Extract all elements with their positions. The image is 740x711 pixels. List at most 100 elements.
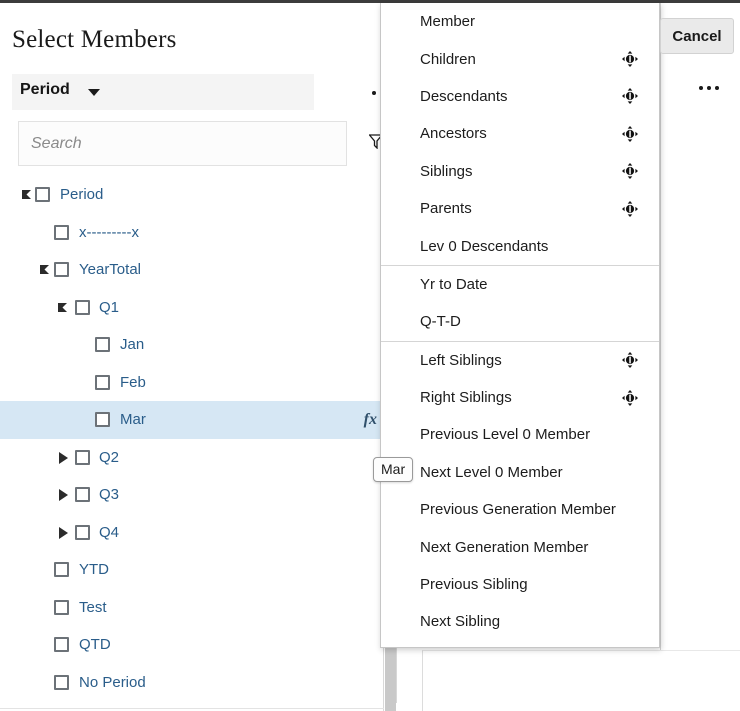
- tree-expand-triangle-icon[interactable]: [58, 489, 70, 501]
- lower-content-panel: [422, 650, 740, 711]
- tree-node-label[interactable]: YearTotal: [79, 261, 141, 278]
- menu-item-label: Previous Generation Member: [420, 501, 616, 518]
- dot: [707, 86, 711, 90]
- tree-row[interactable]: Mar fx: [0, 401, 383, 439]
- menu-item[interactable]: Right Siblings: [381, 379, 659, 416]
- menu-item-label: Previous Sibling: [420, 576, 528, 593]
- menu-item[interactable]: Next Level 0 Member: [381, 454, 659, 491]
- screen-root: Select Members Period Period x---------x Y…: [0, 0, 740, 711]
- menu-item[interactable]: Yr to Date: [381, 266, 659, 303]
- member-checkbox[interactable]: [54, 637, 69, 652]
- member-checkbox[interactable]: [54, 562, 69, 577]
- member-checkbox[interactable]: [54, 225, 69, 240]
- tree-expand-triangle-icon[interactable]: [58, 452, 70, 464]
- tree-node-label[interactable]: Mar: [120, 411, 146, 428]
- member-function-context-menu[interactable]: Member Children Descendants Ancestors Siblin…: [380, 3, 660, 648]
- tree-node-label[interactable]: Q2: [99, 449, 119, 466]
- tree-collapse-triangle-icon[interactable]: [58, 302, 70, 314]
- menu-item[interactable]: Ancestors: [381, 115, 659, 152]
- menu-item[interactable]: Q-T-D: [381, 303, 659, 340]
- menu-item[interactable]: Previous Level 0 Member: [381, 416, 659, 453]
- tree-node-label[interactable]: YTD: [79, 561, 109, 578]
- tree-row[interactable]: Test: [0, 589, 383, 627]
- tree-row[interactable]: Jan: [0, 326, 383, 364]
- member-checkbox[interactable]: [54, 600, 69, 615]
- menu-item-label: Left Siblings: [420, 352, 502, 369]
- member-checkbox[interactable]: [54, 262, 69, 277]
- member-checkbox[interactable]: [35, 187, 50, 202]
- menu-item[interactable]: Siblings: [381, 153, 659, 190]
- crosshair-icon: [622, 126, 638, 142]
- tree-node-label[interactable]: x---------x: [79, 224, 139, 241]
- tree-node-label[interactable]: Feb: [120, 374, 146, 391]
- search-box[interactable]: [18, 121, 347, 166]
- tree-row[interactable]: Period: [0, 176, 383, 214]
- page-scrollbar-thumb[interactable]: [385, 648, 396, 711]
- crosshair-icon: [622, 88, 638, 104]
- tree-row[interactable]: YearTotal: [0, 251, 383, 289]
- menu-item[interactable]: Next Sibling: [381, 603, 659, 640]
- chevron-down-icon[interactable]: [88, 89, 100, 96]
- tree-collapse-triangle-icon[interactable]: [40, 264, 52, 276]
- menu-item-label: Next Level 0 Member: [420, 464, 563, 481]
- tree-row[interactable]: Feb: [0, 364, 383, 402]
- member-checkbox[interactable]: [75, 525, 90, 540]
- menu-item-label: Parents: [420, 200, 472, 217]
- function-fx-icon[interactable]: fx: [364, 411, 377, 429]
- menu-item[interactable]: Children: [381, 40, 659, 77]
- overflow-dots-icon[interactable]: [372, 91, 376, 95]
- cancel-button[interactable]: Cancel: [660, 18, 734, 54]
- member-checkbox[interactable]: [54, 675, 69, 690]
- menu-item[interactable]: Previous Generation Member: [381, 491, 659, 528]
- tree-expand-triangle-icon[interactable]: [58, 527, 70, 539]
- tree-row[interactable]: No Period: [0, 664, 383, 702]
- menu-item-label: Next Sibling: [420, 613, 500, 630]
- member-checkbox[interactable]: [95, 412, 110, 427]
- tooltip-content: Mar: [373, 457, 413, 482]
- menu-item[interactable]: Lev 0 Descendants: [381, 227, 659, 264]
- tree-node-label[interactable]: QTD: [79, 636, 111, 653]
- menu-item-label: Ancestors: [420, 125, 487, 142]
- tree-collapse-triangle-icon[interactable]: [22, 189, 34, 201]
- menu-item[interactable]: Next Generation Member: [381, 528, 659, 565]
- tree-node-label[interactable]: No Period: [79, 674, 146, 691]
- menu-item-label: Member: [420, 13, 475, 30]
- page-title: Select Members: [12, 26, 177, 54]
- tree-row[interactable]: QTD: [0, 626, 383, 664]
- tree-row[interactable]: Q2: [0, 439, 383, 477]
- tree-row[interactable]: x---------x: [0, 214, 383, 252]
- select-members-dialog: Select Members Period Period x---------x Y…: [0, 3, 384, 711]
- member-tree[interactable]: Period x---------x YearTotal Q1 Jan Feb Mar fx Q…: [0, 176, 383, 701]
- menu-item-label: Descendants: [420, 88, 508, 105]
- menu-item[interactable]: Left Siblings: [381, 342, 659, 379]
- member-checkbox[interactable]: [75, 300, 90, 315]
- menu-item[interactable]: Member: [381, 3, 659, 40]
- search-input[interactable]: [19, 122, 346, 165]
- tree-row[interactable]: Q4: [0, 514, 383, 552]
- menu-item-label: Previous Level 0 Member: [420, 426, 590, 443]
- menu-item-label: Children: [420, 51, 476, 68]
- overflow-dots-icon[interactable]: [699, 86, 719, 90]
- dimension-label[interactable]: Period: [20, 81, 70, 99]
- tree-node-label[interactable]: Test: [79, 599, 107, 616]
- crosshair-icon: [622, 201, 638, 217]
- dot: [699, 86, 703, 90]
- tree-row[interactable]: YTD: [0, 551, 383, 589]
- menu-item[interactable]: Parents: [381, 190, 659, 227]
- crosshair-icon: [622, 352, 638, 368]
- member-checkbox[interactable]: [95, 337, 110, 352]
- member-checkbox[interactable]: [75, 487, 90, 502]
- tree-node-label[interactable]: Period: [60, 186, 103, 203]
- member-checkbox[interactable]: [95, 375, 110, 390]
- tree-node-label[interactable]: Q3: [99, 486, 119, 503]
- menu-item[interactable]: Descendants: [381, 78, 659, 115]
- menu-item[interactable]: Previous Sibling: [381, 566, 659, 603]
- tree-node-label[interactable]: Jan: [120, 336, 144, 353]
- member-checkbox[interactable]: [75, 450, 90, 465]
- crosshair-icon: [622, 163, 638, 179]
- menu-item-label: Next Generation Member: [420, 539, 588, 556]
- tree-row[interactable]: Q3: [0, 476, 383, 514]
- tree-row[interactable]: Q1: [0, 289, 383, 327]
- tree-node-label[interactable]: Q1: [99, 299, 119, 316]
- tree-node-label[interactable]: Q4: [99, 524, 119, 541]
